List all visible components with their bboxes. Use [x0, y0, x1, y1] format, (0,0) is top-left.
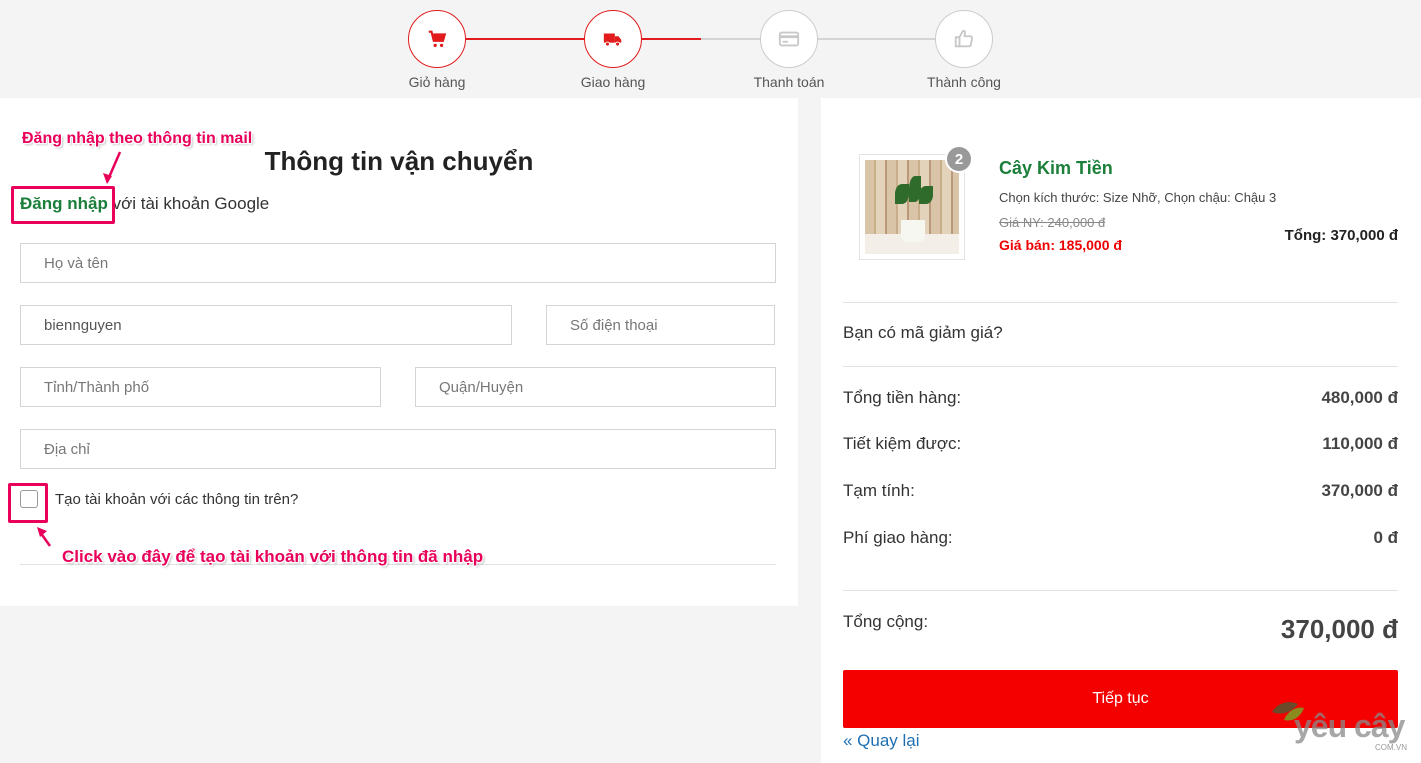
product-thumbnail[interactable] [859, 154, 965, 260]
fullname-placeholder: Họ và tên [44, 254, 109, 272]
summary-value: 110,000 đ [1322, 434, 1398, 453]
fullname-input[interactable]: Họ và tên [20, 243, 776, 283]
summary-row-provisional: Tạm tính: 370,000 đ [843, 481, 1398, 501]
credit-card-icon [778, 31, 800, 47]
thumbs-up-icon [954, 29, 974, 48]
email-input[interactable]: biennguyen [20, 305, 512, 345]
truck-icon [603, 33, 622, 47]
product-line-total: Tổng: 370,000 đ [1284, 227, 1398, 244]
product-image-pot [901, 220, 925, 242]
phone-placeholder: Số điện thoại [570, 316, 658, 334]
step-payment-label: Thanh toán [753, 74, 825, 90]
step-payment[interactable]: Thanh toán [729, 10, 849, 90]
step-payment-circle [760, 10, 818, 68]
address-input[interactable]: Địa chỉ [20, 429, 776, 469]
google-login-suffix: với tài khoản Google [107, 194, 270, 213]
summary-value: 0 đ [1373, 528, 1398, 547]
create-account-row[interactable]: Tạo tài khoản với các thông tin trên? [20, 490, 298, 508]
summary-label: Tạm tính: [843, 481, 915, 500]
annotation-checkbox-highlight [8, 483, 48, 523]
summary-value: 480,000 đ [1321, 388, 1398, 407]
summary-divider [843, 302, 1398, 303]
district-select[interactable]: Quận/Huyện [415, 367, 776, 407]
summary-value: 370,000 đ [1321, 481, 1398, 500]
email-value: biennguyen [44, 316, 122, 334]
summary-label: Phí giao hàng: [843, 528, 953, 547]
logo-subtext: COM.VN [1375, 743, 1407, 752]
logo-wordmark: yêu cây [1294, 708, 1405, 744]
step-shipping-circle [584, 10, 642, 68]
district-placeholder: Quận/Huyện [439, 378, 524, 396]
page-title: Thông tin vận chuyển [264, 146, 534, 176]
summary-label: Tiết kiệm được: [843, 434, 962, 453]
grand-total-label: Tổng cộng: [843, 612, 929, 631]
checkout-stepper: Giỏ hàng Giao hàng Thanh toán Thành công [0, 0, 1421, 98]
shipping-form-panel: Thông tin vận chuyển Đăng nhập với tài k… [0, 98, 798, 606]
step-cart-circle [408, 10, 466, 68]
create-account-label: Tạo tài khoản với các thông tin trên? [55, 490, 299, 508]
summary-row-subtotal: Tổng tiền hàng: 480,000 đ [843, 388, 1398, 408]
address-placeholder: Địa chỉ [44, 440, 90, 458]
step-success-circle [935, 10, 993, 68]
city-placeholder: Tỉnh/Thành phố [44, 378, 150, 396]
step-shipping-label: Giao hàng [580, 74, 646, 90]
quantity-badge: 2 [945, 145, 973, 173]
phone-input[interactable]: Số điện thoại [546, 305, 775, 345]
order-summary-panel: 2 Cây Kim Tiền Chọn kích thước: Size Nhỡ… [821, 98, 1421, 763]
city-select[interactable]: Tỉnh/Thành phố [20, 367, 381, 407]
step-cart[interactable]: Giỏ hàng [377, 10, 497, 90]
product-image-leaf [919, 186, 933, 204]
summary-row-savings: Tiết kiệm được: 110,000 đ [843, 434, 1398, 454]
annotation-mail-login: Đăng nhập theo thông tin mail [22, 130, 253, 147]
product-name[interactable]: Cây Kim Tiền [999, 158, 1113, 179]
grand-total-value: 370,000 đ [1280, 614, 1398, 644]
step-shipping[interactable]: Giao hàng [553, 10, 673, 90]
brand-logo: yêu cây COM.VN [1268, 698, 1413, 758]
summary-divider [843, 366, 1398, 367]
summary-label: Tổng tiền hàng: [843, 388, 962, 407]
discount-code-toggle[interactable]: Bạn có mã giảm giá? [843, 323, 1003, 343]
product-old-price: Giá NY: 240,000 đ [999, 215, 1106, 230]
product-image [865, 160, 959, 254]
step-success-label: Thành công [927, 74, 1001, 90]
product-variant: Chọn kích thước: Size Nhỡ, Chọn chậu: Ch… [999, 190, 1277, 205]
summary-row-shipping-fee: Phí giao hàng: 0 đ [843, 528, 1398, 548]
annotation-create-account-hint: Click vào đây để tạo tài khoản với thông… [62, 547, 484, 566]
product-image-leaf [895, 184, 909, 204]
annotation-login-highlight [11, 186, 115, 224]
back-link[interactable]: « Quay lại [843, 731, 920, 751]
product-sale-price: Giá bán: 185,000 đ [999, 237, 1122, 253]
step-cart-label: Giỏ hàng [408, 74, 466, 90]
summary-divider [843, 590, 1398, 591]
cart-icon [428, 30, 447, 48]
step-success[interactable]: Thành công [904, 10, 1024, 90]
